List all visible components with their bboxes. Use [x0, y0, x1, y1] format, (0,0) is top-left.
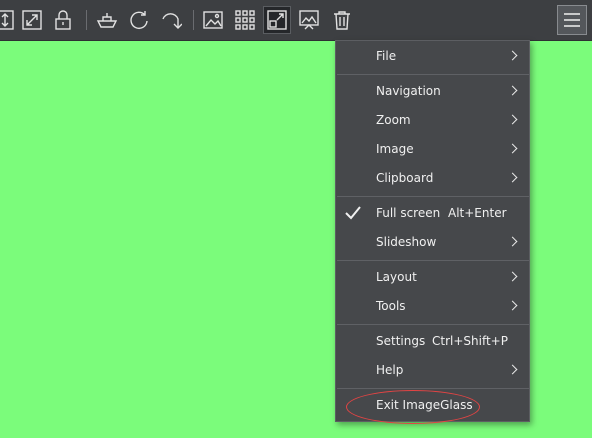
- expand-icon: [22, 10, 42, 30]
- menu-item-settings[interactable]: Settings Ctrl+Shift+P: [336, 327, 529, 356]
- menu-item-shortcut: Alt+Enter: [448, 206, 507, 220]
- menu-item-help[interactable]: Help: [336, 356, 529, 385]
- submenu-arrow-icon: [507, 85, 518, 96]
- menu-item-file[interactable]: File: [336, 42, 529, 71]
- ferry-icon: [96, 13, 118, 28]
- menu-separator: [337, 324, 529, 325]
- image-icon: [203, 11, 223, 29]
- submenu-arrow-icon: [507, 300, 518, 311]
- rotate-icon: [162, 13, 182, 29]
- expand-button[interactable]: [18, 6, 46, 34]
- main-menu: File Navigation Zoom Image Clipboard Ful…: [335, 40, 530, 422]
- menu-separator: [337, 388, 529, 389]
- submenu-arrow-icon: [507, 50, 518, 61]
- menu-item-label: File: [376, 49, 397, 63]
- menu-separator: [337, 74, 529, 75]
- menu-item-clipboard[interactable]: Clipboard: [336, 164, 529, 193]
- menu-item-label: Settings: [376, 334, 426, 348]
- menu-item-label: Full screen: [376, 206, 441, 220]
- submenu-arrow-icon: [507, 172, 518, 183]
- toolbar-separator: [86, 10, 87, 30]
- fullscreen-button[interactable]: [263, 6, 291, 34]
- menu-separator: [337, 260, 529, 261]
- menu-item-zoom[interactable]: Zoom: [336, 106, 529, 135]
- refresh-button[interactable]: [125, 6, 153, 34]
- menu-item-tools[interactable]: Tools: [336, 292, 529, 321]
- menu-item-label: Zoom: [376, 113, 411, 127]
- fit-height-button[interactable]: [0, 6, 19, 34]
- menu-item-label: Help: [376, 363, 404, 377]
- hamburger-icon: [564, 13, 580, 27]
- menu-item-full-screen[interactable]: Full screen Alt+Enter: [336, 199, 529, 228]
- main-menu-button[interactable]: [557, 5, 587, 35]
- toolbar: [0, 0, 592, 41]
- trash-icon: [334, 11, 350, 30]
- toolbar-separator: [193, 10, 194, 30]
- menu-item-label: Tools: [376, 299, 406, 313]
- menu-item-layout[interactable]: Layout: [336, 263, 529, 292]
- slideshow-icon: [299, 10, 319, 30]
- rotate-button[interactable]: [157, 6, 185, 34]
- lock-button[interactable]: [49, 6, 77, 34]
- submenu-arrow-icon: [507, 271, 518, 282]
- highlight-oval: [346, 390, 480, 424]
- menu-item-label: Clipboard: [376, 171, 434, 185]
- menu-item-navigation[interactable]: Navigation: [336, 77, 529, 106]
- menu-item-slideshow[interactable]: Slideshow: [336, 228, 529, 257]
- submenu-arrow-icon: [507, 236, 518, 247]
- lock-icon: [55, 10, 71, 30]
- menu-item-label: Slideshow: [376, 235, 437, 249]
- fullscreen-icon: [267, 10, 287, 30]
- menu-item-label: Image: [376, 142, 414, 156]
- thumbnails-button[interactable]: [231, 6, 259, 34]
- slideshow-button[interactable]: [295, 6, 323, 34]
- checkmark-icon: [345, 206, 361, 220]
- menu-item-label: Layout: [376, 270, 417, 284]
- submenu-arrow-icon: [507, 364, 518, 375]
- submenu-arrow-icon: [507, 114, 518, 125]
- fit-height-icon: [0, 10, 14, 30]
- ferry-button[interactable]: [93, 6, 121, 34]
- delete-button[interactable]: [328, 6, 356, 34]
- submenu-arrow-icon: [507, 143, 518, 154]
- thumbnails-grid-icon: [235, 10, 255, 30]
- refresh-icon: [130, 11, 148, 30]
- menu-item-shortcut: Ctrl+Shift+P: [432, 334, 508, 348]
- menu-separator: [337, 196, 529, 197]
- image-button[interactable]: [199, 6, 227, 34]
- menu-item-label: Navigation: [376, 84, 441, 98]
- menu-item-image[interactable]: Image: [336, 135, 529, 164]
